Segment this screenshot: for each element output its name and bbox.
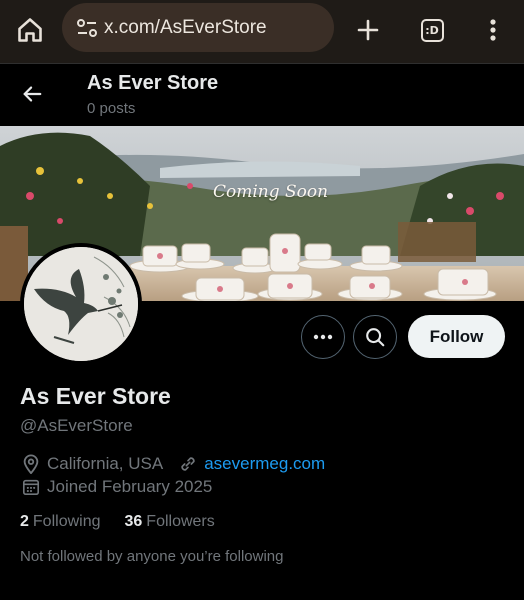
follow-stats: 2 Following 36 Followers (20, 513, 239, 531)
url-text[interactable]: x.com/AsEverStore (104, 17, 267, 39)
location-pin-icon (20, 453, 42, 475)
not-followed-text: Not followed by anyone you’re following (20, 548, 284, 565)
profile-header: As Ever Store 0 posts (0, 64, 524, 126)
hummingbird-illustration (24, 247, 138, 361)
back-arrow-icon[interactable] (16, 78, 48, 110)
following-count: 2 (20, 513, 29, 530)
following-label: Following (32, 513, 101, 530)
link-icon (177, 453, 199, 475)
address-bar[interactable]: x.com/AsEverStore (62, 3, 334, 52)
browser-toolbar: x.com/AsEverStore :D (0, 0, 524, 64)
tab-switcher-button[interactable]: :D (414, 12, 450, 48)
profile-handle: @AsEverStore (20, 416, 133, 435)
post-count: 0 posts (87, 100, 136, 117)
new-tab-icon[interactable] (350, 12, 386, 48)
location-text: California, USA (47, 454, 164, 473)
more-horizontal-icon (313, 334, 333, 340)
avatar[interactable] (20, 243, 142, 365)
profile-meta-row: California, USA asevermeg.com (20, 453, 325, 475)
header-title: As Ever Store (87, 72, 219, 94)
joined-row: Joined February 2025 (20, 476, 212, 498)
following-stat[interactable]: 2 Following (20, 513, 101, 531)
search-icon (366, 328, 385, 347)
calendar-icon (20, 476, 42, 498)
home-icon[interactable] (12, 12, 48, 48)
follow-button[interactable]: Follow (408, 315, 505, 358)
more-options-button[interactable] (301, 315, 345, 359)
followers-label: Followers (146, 513, 215, 530)
tab-count: :D (420, 18, 444, 42)
joined-text: Joined February 2025 (47, 477, 213, 496)
followers-stat[interactable]: 36 Followers (125, 513, 215, 531)
browser-menu-icon[interactable] (475, 12, 511, 48)
website-link[interactable]: asevermeg.com (204, 454, 325, 474)
profile-name: As Ever Store (20, 383, 171, 409)
site-info-icon[interactable] (70, 13, 104, 43)
search-button[interactable] (353, 315, 397, 359)
banner-overlay-text: Coming Soon (213, 182, 329, 202)
followers-count: 36 (124, 513, 143, 530)
